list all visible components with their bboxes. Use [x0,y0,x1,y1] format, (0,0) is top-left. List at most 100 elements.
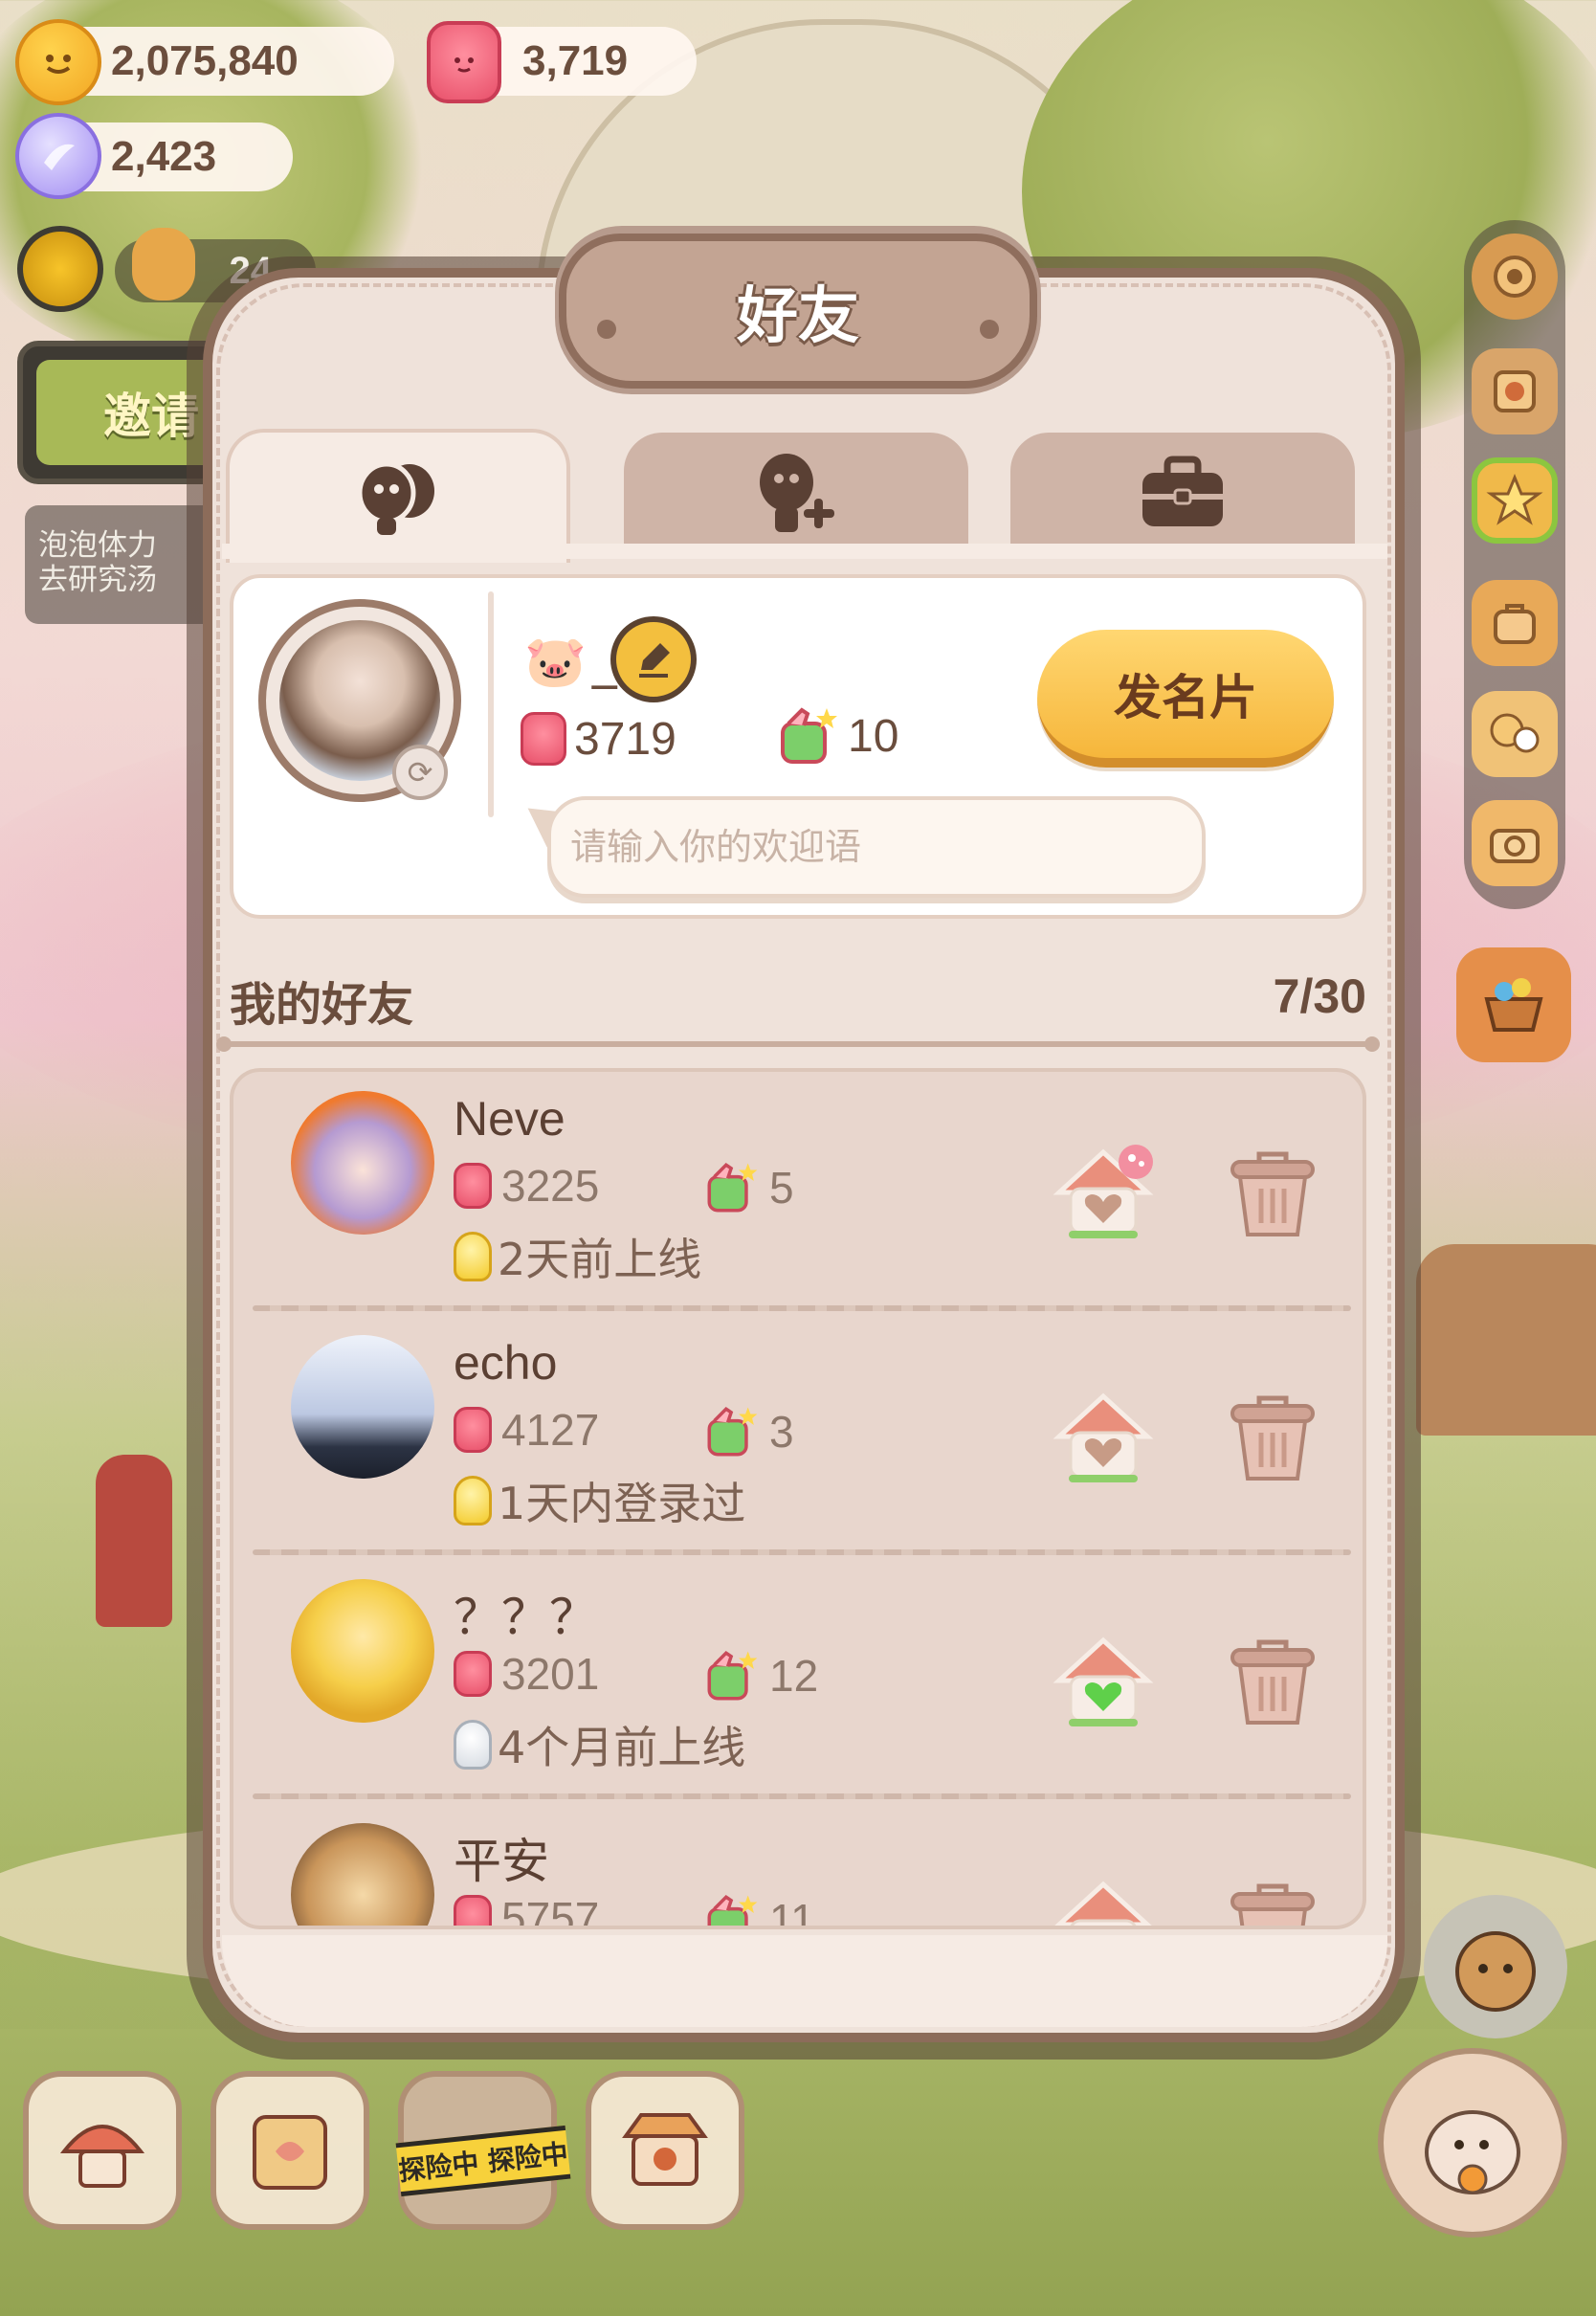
visit-home-button[interactable] [1052,1631,1155,1734]
delete-friend-button[interactable] [1225,1143,1320,1246]
friend-row[interactable]: echo 4127 3 1天内登录过 [233,1316,1363,1560]
backpack-icon[interactable] [1472,580,1558,666]
friend-status: 4个月前上线 [454,1713,745,1776]
star-shop-icon[interactable] [1472,457,1558,544]
candle-icon [521,712,566,766]
friend-candles: 4127 [454,1404,599,1456]
send-card-button[interactable]: 发名片 [1037,630,1334,768]
candle-icon [454,1895,492,1926]
friend-likes: 11 [704,1892,815,1929]
cookie-character-icon [132,228,195,301]
friend-name: Neve [454,1092,565,1146]
adventure-button[interactable]: 探险中 探险中 [395,2071,571,2230]
friend-candles: 3225 [454,1160,599,1212]
briefcase-icon [1142,456,1223,526]
friend-status-text: 1天内登录过 [498,1478,746,1529]
delete-friend-button[interactable] [1225,1875,1320,1926]
friend-row[interactable]: ？？？ 3201 12 4个月前上线 [233,1560,1363,1804]
sun-icon[interactable] [17,226,103,312]
visit-home-button[interactable] [1052,1875,1155,1926]
refresh-avatar-icon[interactable]: ⟳ [392,745,448,800]
friend-likes-value: 11 [769,1895,815,1929]
row-divider [253,1305,1351,1311]
stamp-icon[interactable] [1472,348,1558,434]
background-mailbox [96,1455,172,1627]
thumbs-up-icon [704,1648,760,1704]
camera-icon[interactable] [1472,800,1558,886]
friend-name: echo [454,1336,558,1390]
candle-icon [427,21,501,103]
friend-avatar[interactable] [291,1823,434,1926]
candle-count: 3,719 [522,37,629,84]
panel-title: 好友 [737,281,859,352]
characters-icon[interactable] [1472,691,1558,777]
profile-candles-value: 3719 [574,713,676,765]
friend-likes-value: 3 [769,1407,794,1457]
heart-house-icon [1053,1145,1154,1238]
trash-icon [1230,1151,1315,1236]
friend-row[interactable]: Neve 3225 5 2天前上线 [233,1072,1363,1316]
gift-basket-icon[interactable] [1456,947,1571,1062]
title-plate: 好友 [559,234,1037,389]
panel-footer [222,1935,1387,2027]
tab-friends[interactable] [226,429,570,563]
heart-house-icon [1054,1881,1152,1926]
friend-name: ？？？ [454,1591,597,1644]
friend-candles-value: 5757 [501,1893,600,1929]
title-rivet-left [597,320,616,339]
tab-add-friend[interactable] [624,433,968,555]
npc-cat-icon[interactable] [1424,1895,1567,2038]
gem-icon [15,113,101,199]
trash-icon [1230,1639,1315,1725]
candle-icon [454,1651,492,1697]
friend-status: 1天内登录过 [454,1469,745,1532]
thumbs-up-icon [777,704,840,768]
home-mushroom-button[interactable] [23,2071,182,2230]
delete-friend-button[interactable] [1225,1631,1320,1734]
friend-candles-value: 3201 [501,1649,600,1699]
friend-avatar[interactable] [291,1091,434,1235]
gem-count: 2,423 [111,133,217,180]
friend-status-text: 2天前上线 [498,1234,702,1285]
visit-home-button[interactable] [1052,1143,1155,1246]
friend-likes: 3 [704,1404,794,1459]
bird-character-button[interactable] [1378,2048,1567,2238]
friend-avatar[interactable] [291,1335,434,1479]
pig-emoji-icon: 🐷 [524,633,587,691]
heart-house-icon [1053,1392,1154,1482]
friends-count: 7/30 [1273,969,1366,1023]
friend-list[interactable]: Neve 3225 5 2天前上线 echo 4127 3 1天内登录过 ？？？… [230,1068,1366,1929]
pencil-icon [639,643,670,678]
notebook-button[interactable] [211,2071,369,2230]
add-friend-icon [760,454,834,532]
visit-home-button[interactable] [1052,1387,1155,1490]
friend-row[interactable]: 平安 5757 11 [233,1804,1363,1929]
friend-status: 2天前上线 [454,1225,701,1288]
friend-candles-value: 3225 [501,1161,600,1211]
candle-icon [454,1407,492,1453]
title-rivet-right [980,320,999,339]
delete-friend-button[interactable] [1225,1387,1320,1490]
row-divider [253,1793,1351,1799]
friend-candles: 5757 [454,1892,600,1929]
greeting-input[interactable] [570,810,1183,884]
thumbs-up-icon [704,1892,760,1926]
heading-divider [216,1036,1380,1052]
tab-backpack[interactable] [1010,433,1355,555]
profile-divider [488,591,494,817]
friend-likes-value: 12 [769,1651,819,1701]
friend-status-text: 4个月前上线 [498,1722,746,1773]
friend-avatar[interactable] [291,1579,434,1723]
background-hut [1416,1244,1596,1436]
friend-likes-value: 5 [769,1163,794,1213]
shop-stall-button[interactable] [586,2071,744,2230]
friend-candles-value: 4127 [501,1405,600,1455]
row-divider [253,1549,1351,1555]
thumbs-up-icon [704,1160,760,1215]
adventure-banner: 探险中 探险中 [395,2125,571,2197]
tab-underline [222,544,1387,559]
friend-likes: 5 [704,1160,794,1215]
settings-gear-icon[interactable] [1472,234,1558,320]
profile-candles: 3719 [521,712,676,766]
edit-name-button[interactable] [610,616,697,702]
